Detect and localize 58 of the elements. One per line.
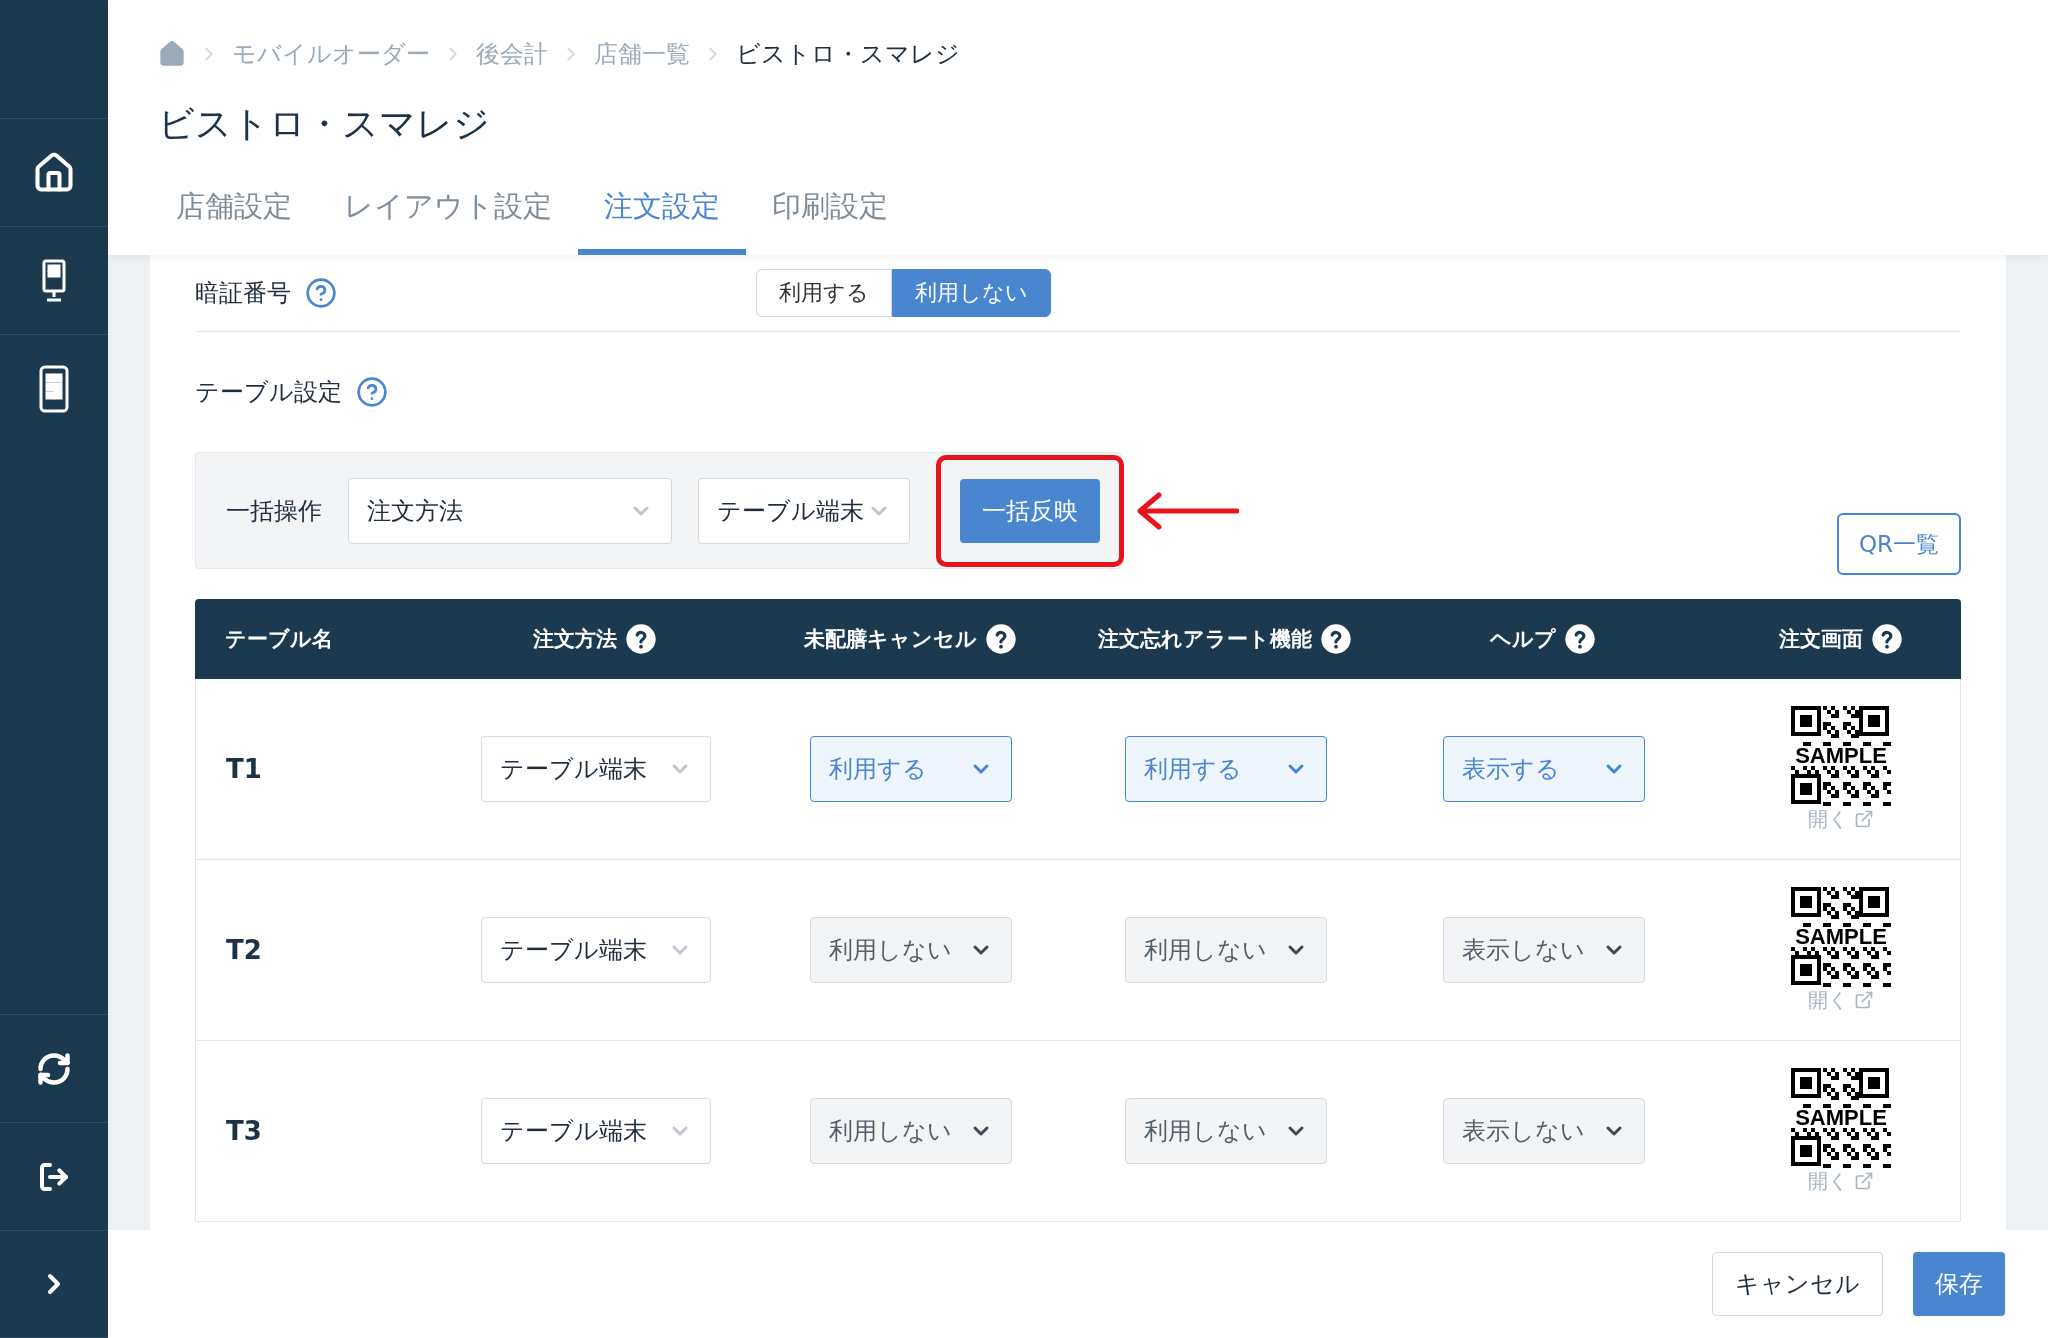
select-field[interactable]: 利用しない [810,1098,1012,1164]
bulk-label: 一括操作 [226,495,322,527]
column-header: テーブル名 [225,626,333,653]
tab[interactable]: 印刷設定 [746,187,914,255]
qr-code-drawing: SAMPLE [1790,886,1891,987]
table-name: T1 [226,754,262,784]
qr-code-drawing: SAMPLE [1790,1067,1891,1168]
open-link[interactable]: 開く [1807,1167,1874,1195]
select-field[interactable]: 利用しない [1125,917,1327,983]
select-field[interactable]: 表示しない [1442,1098,1645,1164]
column-header: 注文忘れアラート機能 [1098,626,1312,653]
qr-list-button[interactable]: QR一覧 [1836,513,1961,575]
select-field[interactable]: 利用しない [1125,1098,1327,1164]
setting-label: 暗証番号 [195,278,291,309]
help-icon[interactable] [984,623,1017,655]
column-header: ヘルプ [1489,626,1556,653]
cancel-button[interactable]: キャンセル [1712,1252,1883,1316]
page-title: ビストロ・スマレジ [158,102,491,146]
toggle-option[interactable]: 利用しない [892,269,1051,317]
tab[interactable]: 店舗設定 [150,187,318,255]
table-name: T3 [226,1116,262,1146]
open-link[interactable]: 開く [1807,805,1874,833]
breadcrumb-link[interactable]: 後会計 [476,38,548,70]
breadcrumb-link[interactable]: 店舗一覧 [594,38,690,70]
open-link[interactable]: 開く [1807,986,1874,1014]
tab[interactable]: レイアウト設定 [318,187,578,255]
external-link-icon [1853,990,1874,1010]
column-header: 注文画面 [1778,626,1863,653]
select-field[interactable]: テーブル端末 [481,1098,711,1164]
column-header: 未配膳キャンセル [803,626,977,653]
cloud-sync-icon[interactable] [36,1050,72,1087]
select-field[interactable]: 利用する [1125,736,1327,802]
select-field[interactable]: テーブル端末 [481,736,711,802]
column-header: 注文方法 [533,626,617,653]
select-field[interactable]: 利用しない [810,917,1012,983]
kiosk-icon[interactable] [41,258,67,303]
qr-code-drawing: SAMPLE [1790,705,1891,806]
breadcrumb-link[interactable]: モバイルオーダー [232,38,430,70]
table-name: T2 [226,935,262,965]
select-field[interactable]: テーブル端末 [698,477,910,544]
external-link-icon [1853,809,1874,829]
help-icon[interactable] [625,623,657,655]
section-title: テーブル設定 [195,377,342,408]
toggle-option[interactable]: 利用する [756,269,892,317]
select-field[interactable]: 利用する [810,736,1012,802]
help-icon[interactable] [1563,623,1596,655]
apply-button[interactable]: 一括反映 [960,478,1100,543]
select-field[interactable]: 表示しない [1442,917,1645,983]
save-button[interactable]: 保存 [1913,1252,2005,1316]
tablet-icon[interactable] [39,364,69,413]
home-icon[interactable] [32,150,76,195]
select-field[interactable]: 注文方法 [348,477,672,544]
external-link-icon [1853,1171,1874,1191]
logout-icon[interactable] [38,1160,70,1193]
select-field[interactable]: テーブル端末 [481,917,711,983]
help-icon[interactable] [1870,623,1903,655]
select-field[interactable]: 表示する [1442,736,1645,802]
help-icon[interactable] [1320,623,1352,655]
